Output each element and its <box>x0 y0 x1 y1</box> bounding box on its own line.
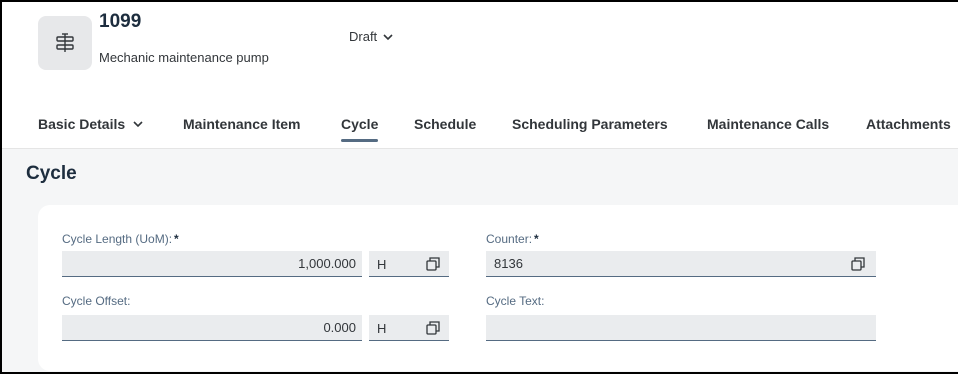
tab-label: Schedule <box>414 116 477 132</box>
counter-input[interactable]: 8136 <box>486 251 876 277</box>
cycle-offset-input[interactable]: 0.000 <box>62 315 362 341</box>
value-help-icon[interactable] <box>850 256 866 272</box>
tab-scheduling-parameters[interactable]: Scheduling Parameters <box>512 99 668 149</box>
chevron-down-icon <box>383 33 393 40</box>
value-help-icon[interactable] <box>425 320 441 336</box>
cycle-text-input[interactable] <box>486 315 876 341</box>
section-title: Cycle <box>26 163 77 184</box>
unit-value: H <box>377 257 387 272</box>
counter-label: Counter: * <box>486 232 539 246</box>
cycle-form-card: Cycle Length (UoM): * 1,000.000 H Counter… <box>38 205 958 371</box>
tab-bar: Basic Details Maintenance Item Cycle Sch… <box>2 99 958 149</box>
tab-cycle[interactable]: Cycle <box>341 99 379 149</box>
cycle-offset-label: Cycle Offset: <box>62 294 131 308</box>
cycle-offset-unit-field[interactable]: H <box>369 315 449 341</box>
tab-label: Maintenance Item <box>183 116 301 132</box>
chevron-down-icon <box>133 121 143 128</box>
cycle-length-input[interactable]: 1,000.000 <box>62 251 362 277</box>
tab-maintenance-calls[interactable]: Maintenance Calls <box>707 99 829 149</box>
selected-tab-indicator <box>341 139 379 142</box>
required-marker: * <box>174 232 179 246</box>
object-title: 1099 <box>99 11 142 32</box>
tab-label: Basic Details <box>38 116 126 132</box>
tab-basic-details[interactable]: Basic Details <box>38 99 143 149</box>
section-content: Cycle Cycle Length (UoM): * 1,000.000 H C… <box>2 149 958 372</box>
tab-label: Attachments <box>866 116 951 132</box>
tab-maintenance-item[interactable]: Maintenance Item <box>183 99 300 149</box>
status-dropdown[interactable]: Draft <box>349 29 393 44</box>
tab-label: Scheduling Parameters <box>512 116 668 132</box>
cycle-text-label: Cycle Text: <box>486 294 545 308</box>
status-label: Draft <box>349 29 378 44</box>
maintenance-plan-icon <box>38 16 92 70</box>
tab-attachments[interactable]: Attachments <box>866 99 951 149</box>
tab-label: Maintenance Calls <box>707 116 830 132</box>
unit-value: H <box>377 321 387 336</box>
cycle-length-label: Cycle Length (UoM): * <box>62 232 179 246</box>
tab-label: Cycle <box>341 116 379 132</box>
object-page-header: 1099 Mechanic maintenance pump Draft Bas… <box>2 2 958 149</box>
required-marker: * <box>534 232 539 246</box>
cycle-length-unit-field[interactable]: H <box>369 251 449 277</box>
tab-schedule[interactable]: Schedule <box>414 99 476 149</box>
app-window: 1099 Mechanic maintenance pump Draft Bas… <box>0 0 958 374</box>
value-help-icon[interactable] <box>425 256 441 272</box>
object-subtitle: Mechanic maintenance pump <box>99 50 269 65</box>
